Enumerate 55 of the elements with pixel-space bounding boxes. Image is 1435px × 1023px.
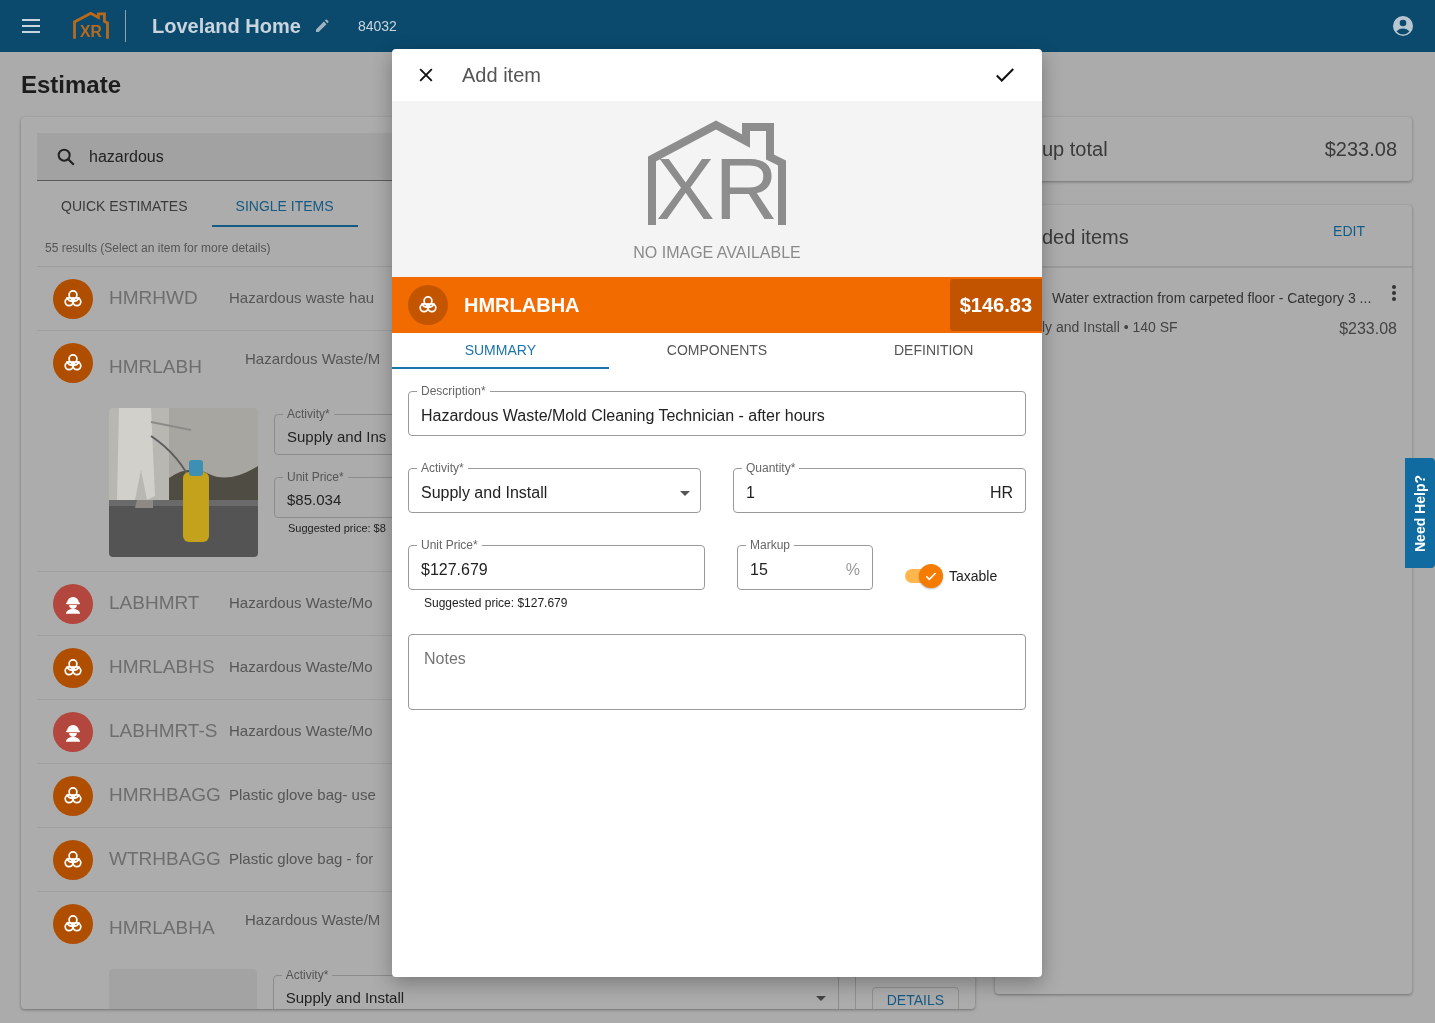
suggested-price: Suggested price: $8 bbox=[288, 521, 386, 536]
item-description: Hazardous Waste/Mo bbox=[229, 593, 373, 614]
tab[interactable]: DEFINITION bbox=[825, 333, 1042, 369]
item-price: $233.08 bbox=[1339, 319, 1397, 339]
edit-button[interactable]: EDIT bbox=[1333, 221, 1365, 242]
account-icon[interactable] bbox=[1391, 14, 1415, 38]
item-detail: ly and Install • 140 SF bbox=[1042, 318, 1178, 337]
item-description: Hazardous Waste/M bbox=[245, 349, 381, 370]
item-description: Plastic glove bag- use bbox=[229, 785, 376, 806]
activity-dropdown[interactable]: Activity* Supply and Install bbox=[408, 462, 701, 513]
biohazard-icon bbox=[53, 839, 93, 880]
biohazard-icon bbox=[53, 903, 93, 944]
section-title: ded items bbox=[1042, 224, 1129, 250]
tab[interactable]: SUMMARY bbox=[392, 333, 609, 369]
biohazard-icon bbox=[53, 278, 93, 319]
item-description: Hazardous Waste/Mo bbox=[229, 657, 373, 678]
taxable-toggle[interactable] bbox=[905, 564, 943, 588]
taxable-label: Taxable bbox=[949, 566, 998, 586]
unit-price-field[interactable]: Unit Price* $127.679 bbox=[408, 539, 705, 590]
notes-field[interactable]: Notes bbox=[408, 634, 1026, 710]
item-price: $146.83 bbox=[949, 279, 1042, 331]
more-icon[interactable] bbox=[1391, 284, 1397, 301]
markup-field[interactable]: Markup 15 % bbox=[737, 539, 873, 590]
item-code: HMRLABHA bbox=[464, 293, 580, 318]
item-description: Hazardous Waste/Mo bbox=[229, 721, 373, 742]
caret-icon bbox=[680, 490, 690, 496]
quantity-field[interactable]: Quantity* 1 HR bbox=[733, 462, 1026, 513]
tab[interactable]: QUICK ESTIMATES bbox=[37, 187, 212, 227]
page-title: Estimate bbox=[21, 70, 122, 99]
worker-icon bbox=[53, 583, 93, 624]
worker-icon bbox=[53, 711, 93, 752]
total-value: $233.08 bbox=[1324, 137, 1397, 162]
item-name[interactable]: Water extraction from carpeted floor - Category 3 ... bbox=[1052, 288, 1372, 309]
suggested-price: Suggested price: $127.679 bbox=[424, 595, 568, 612]
item-description: Hazardous waste hau bbox=[229, 288, 375, 309]
job-number: 84032 bbox=[357, 17, 397, 36]
biohazard-icon bbox=[53, 775, 93, 816]
biohazard-icon bbox=[53, 342, 93, 383]
biohazard-icon bbox=[53, 647, 93, 688]
project-title: Loveland Home bbox=[152, 14, 301, 39]
unit-label: HR bbox=[989, 483, 1013, 503]
description-field[interactable]: Description* Hazardous Waste/Mold Cleaning Technician - after hours bbox=[408, 385, 1026, 436]
caret-icon bbox=[815, 995, 826, 1001]
logo: XR bbox=[73, 11, 109, 41]
tab[interactable]: SINGLE ITEMS bbox=[211, 187, 358, 227]
help-tab[interactable]: Need Help? bbox=[1405, 458, 1435, 568]
item-description: Hazardous Waste/M bbox=[245, 910, 381, 931]
details-button[interactable]: DETAILS bbox=[871, 987, 959, 1009]
tab[interactable]: COMPONENTS bbox=[608, 333, 826, 369]
item-description: Plastic glove bag - for bbox=[229, 849, 374, 870]
biohazard-icon bbox=[408, 285, 448, 325]
total-label: up total bbox=[1042, 137, 1108, 162]
no-image-text: NO IMAGE AVAILABLE bbox=[633, 243, 801, 263]
percent-label: % bbox=[845, 560, 860, 580]
dialog-title: Add item bbox=[462, 63, 541, 88]
